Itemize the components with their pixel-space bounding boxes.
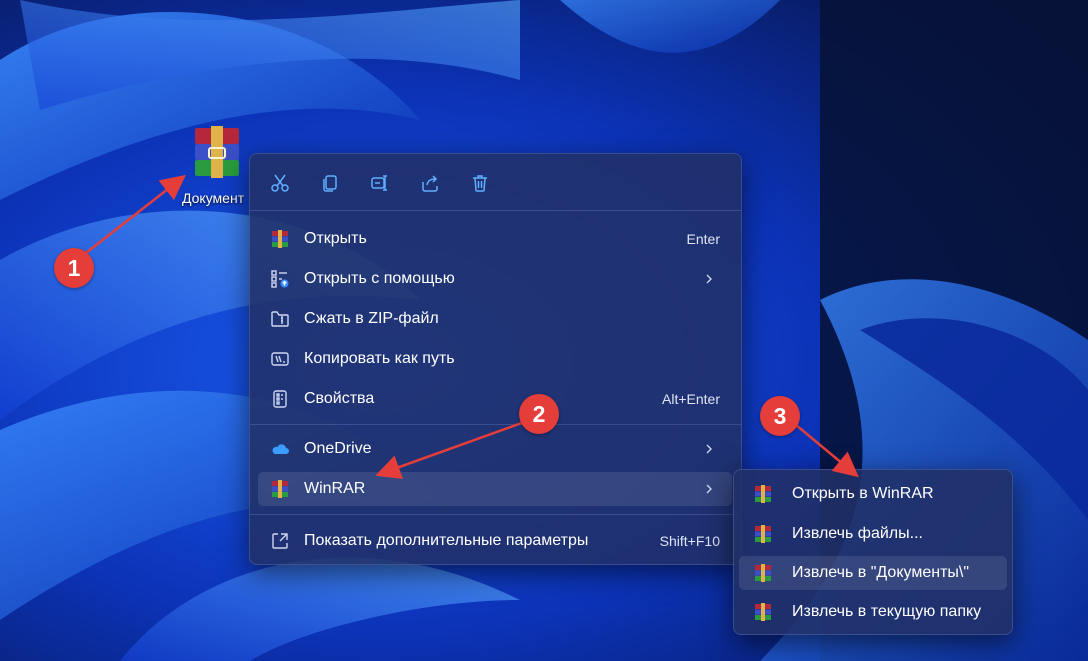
menu-item-open[interactable]: Открыть Enter xyxy=(258,222,732,256)
menu-item-label: Открыть xyxy=(304,230,367,247)
desktop-file-label: Документ xyxy=(182,190,245,206)
menu-item-shortcut: Alt+Enter xyxy=(662,391,720,407)
menu-separator xyxy=(250,514,741,515)
cut-button[interactable] xyxy=(265,168,295,198)
menu-item-label: OneDrive xyxy=(304,440,372,457)
winrar-submenu: Открыть в WinRAR Извлечь файлы... Извлеч… xyxy=(733,469,1013,635)
callout-badge-1: 1 xyxy=(54,248,94,288)
delete-icon xyxy=(473,175,487,192)
chevron-right-icon xyxy=(706,274,712,284)
cut-icon xyxy=(271,174,289,192)
zip-folder-icon xyxy=(271,311,289,327)
menu-separator xyxy=(250,424,741,425)
winrar-icon xyxy=(755,525,771,543)
winrar-icon xyxy=(755,603,771,621)
share-button[interactable] xyxy=(415,168,445,198)
open-with-icon xyxy=(271,270,289,288)
menu-item-onedrive[interactable]: OneDrive xyxy=(258,432,732,466)
delete-button[interactable] xyxy=(465,168,495,198)
submenu-item-open-in-winrar[interactable]: Открыть в WinRAR xyxy=(739,477,1007,511)
rename-icon xyxy=(371,175,387,191)
callout-badge-2: 2 xyxy=(519,394,559,434)
menu-item-label: Открыть с помощью xyxy=(304,270,455,287)
menu-item-shortcut: Enter xyxy=(686,231,720,247)
submenu-item-extract-to-folder[interactable]: Извлечь в "Документы\" xyxy=(739,556,1007,590)
submenu-item-extract-here[interactable]: Извлечь в текущую папку xyxy=(739,595,1007,629)
winrar-archive-icon xyxy=(195,126,239,178)
menu-item-open-with[interactable]: Открыть с помощью xyxy=(258,262,732,296)
winrar-icon xyxy=(272,480,288,498)
menu-item-label: Свойства xyxy=(304,390,375,407)
more-options-icon xyxy=(272,533,288,549)
menu-item-winrar[interactable]: WinRAR xyxy=(258,472,732,506)
menu-item-show-more-options[interactable]: Показать дополнительные параметры Shift+… xyxy=(258,524,732,558)
menu-item-properties[interactable]: Свойства Alt+Enter xyxy=(258,382,732,416)
context-toolbar xyxy=(250,154,741,210)
onedrive-icon xyxy=(272,444,289,454)
submenu-item-extract-files[interactable]: Извлечь файлы... xyxy=(739,517,1007,551)
menu-separator xyxy=(250,210,741,211)
submenu-item-label: Извлечь в текущую папку xyxy=(792,603,982,620)
submenu-item-label: Открыть в WinRAR xyxy=(792,485,934,502)
menu-item-label: Показать дополнительные параметры xyxy=(304,532,589,549)
context-menu: Открыть Enter Открыть с помощью Сжать в … xyxy=(249,153,742,565)
menu-item-label: WinRAR xyxy=(304,480,366,497)
properties-icon xyxy=(273,390,287,408)
menu-item-label: Сжать в ZIP-файл xyxy=(304,310,439,327)
copy-path-icon xyxy=(271,352,289,366)
chevron-right-icon xyxy=(706,444,712,454)
rename-button[interactable] xyxy=(365,168,395,198)
submenu-item-label: Извлечь в "Документы\" xyxy=(792,564,970,581)
copy-button[interactable] xyxy=(315,168,345,198)
menu-item-shortcut: Shift+F10 xyxy=(659,533,720,549)
winrar-icon xyxy=(755,485,771,503)
callout-badge-3: 3 xyxy=(760,396,800,436)
menu-item-label: Копировать как путь xyxy=(304,350,455,367)
menu-item-copy-path[interactable]: Копировать как путь xyxy=(258,342,732,376)
share-icon xyxy=(422,175,438,192)
menu-item-compress-zip[interactable]: Сжать в ZIP-файл xyxy=(258,302,732,336)
chevron-right-icon xyxy=(706,484,712,494)
submenu-item-label: Извлечь файлы... xyxy=(792,525,923,542)
winrar-icon xyxy=(755,564,771,582)
winrar-icon xyxy=(272,230,288,248)
copy-icon xyxy=(323,175,337,192)
